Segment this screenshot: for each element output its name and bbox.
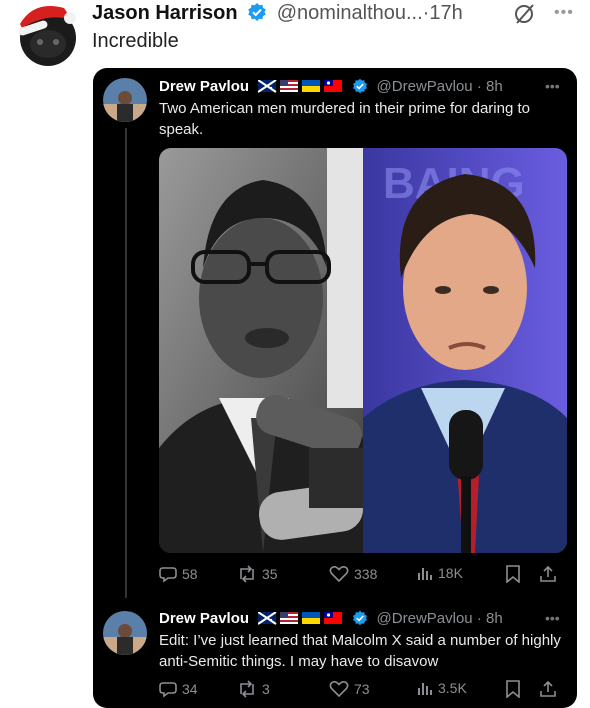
- share-button[interactable]: [539, 565, 557, 583]
- verified-badge-icon: [352, 78, 368, 98]
- reply-count: 58: [182, 566, 198, 582]
- heart-icon: [329, 566, 349, 583]
- more-horizontal-icon[interactable]: •••: [545, 610, 560, 626]
- verified-badge-icon: [247, 2, 267, 28]
- quoted-author-name[interactable]: Drew Pavlou: [159, 610, 249, 627]
- quoted-post-text: Edit: I’ve just learned that Malcolm X s…: [159, 632, 561, 670]
- quoted-post-time[interactable]: · 8h: [477, 78, 503, 95]
- like-button[interactable]: 73: [329, 680, 370, 698]
- verified-badge-icon: [352, 610, 368, 630]
- repost-button[interactable]: 3: [237, 680, 270, 698]
- quoted-header: Drew Pavlou @DrewPavlou · 8h: [159, 78, 503, 98]
- like-count: 338: [354, 566, 378, 582]
- reply-icon: [159, 567, 177, 583]
- views-icon: [418, 568, 432, 580]
- more-horizontal-icon[interactable]: •••: [554, 4, 574, 22]
- author-handle[interactable]: @nominalthou...: [277, 2, 423, 24]
- quoted-author-name[interactable]: Drew Pavlou: [159, 78, 249, 95]
- more-horizontal-icon[interactable]: •••: [545, 78, 560, 94]
- repost-count: 3: [262, 681, 270, 697]
- quoted-author-handle[interactable]: @DrewPavlou: [377, 610, 473, 627]
- views-button[interactable]: 3.5K: [417, 680, 467, 696]
- post-time[interactable]: ·17h: [423, 2, 463, 24]
- bookmark-button[interactable]: [505, 565, 521, 583]
- country-flags-icon: [257, 611, 344, 629]
- quoted-post-time[interactable]: · 8h: [477, 610, 503, 627]
- bookmark-button[interactable]: [505, 680, 521, 698]
- share-icon: [540, 680, 556, 697]
- photo-color-man-microphone: BAING: [363, 148, 567, 553]
- repost-count: 35: [262, 566, 278, 582]
- view-count: 18K: [438, 565, 463, 581]
- repost-button[interactable]: 35: [237, 565, 278, 583]
- grok-slash-icon[interactable]: [512, 3, 536, 30]
- like-count: 73: [354, 681, 370, 697]
- like-button[interactable]: 338: [329, 565, 377, 583]
- post-actions: 34 3 73 3.5K: [159, 680, 569, 700]
- heart-icon: [329, 681, 349, 698]
- share-button[interactable]: [539, 680, 557, 698]
- quoted-avatar[interactable]: [103, 78, 147, 122]
- media-image[interactable]: BAING: [159, 148, 567, 553]
- quoted-thread[interactable]: Drew Pavlou @DrewPavlou · 8h ••• Two Ame…: [93, 68, 577, 708]
- post-text: Incredible: [92, 30, 179, 52]
- repost-icon: [240, 565, 254, 583]
- post-header: Jason Harrison @nominalthou...·17h: [92, 2, 463, 28]
- repost-icon: [240, 680, 254, 698]
- quoted-post-text: Two American men murdered in their prime…: [159, 100, 530, 138]
- country-flags-icon: [257, 79, 344, 97]
- quoted-header: Drew Pavlou @DrewPavlou · 8h: [159, 610, 503, 630]
- photo-bw-man-microphones: [159, 148, 363, 553]
- quoted-avatar[interactable]: [103, 611, 147, 655]
- view-count: 3.5K: [438, 680, 467, 696]
- quoted-author-handle[interactable]: @DrewPavlou: [377, 78, 473, 95]
- reply-icon: [159, 682, 177, 698]
- author-name[interactable]: Jason Harrison: [92, 2, 238, 24]
- bookmark-icon: [506, 680, 520, 698]
- reply-button[interactable]: 58: [159, 565, 198, 583]
- post-actions: 58 35 338 18K: [159, 565, 569, 585]
- reply-button[interactable]: 34: [159, 680, 198, 698]
- share-icon: [540, 565, 556, 582]
- thread-connector: [125, 128, 127, 598]
- avatar[interactable]: [14, 2, 80, 68]
- views-button[interactable]: 18K: [417, 565, 463, 581]
- views-icon: [418, 683, 432, 695]
- reply-count: 34: [182, 681, 198, 697]
- bookmark-icon: [506, 565, 520, 583]
